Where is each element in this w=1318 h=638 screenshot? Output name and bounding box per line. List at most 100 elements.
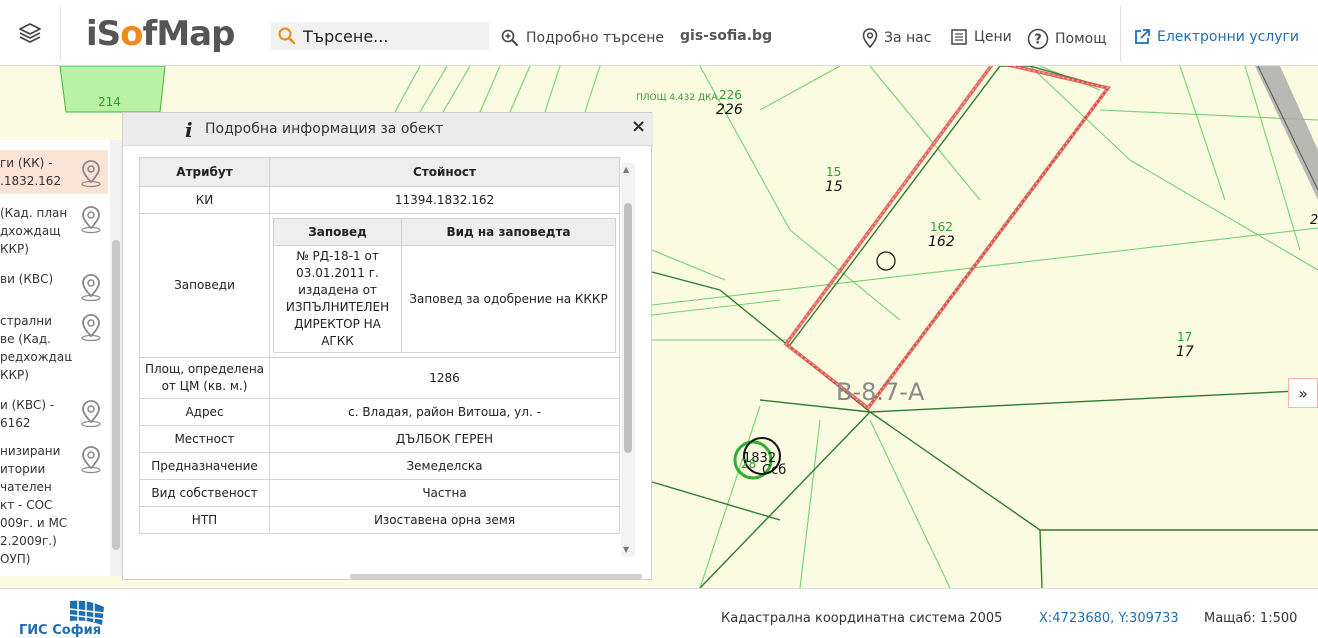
list-item-label: низирани итории чателен кт - СОС 009г. и… (0, 444, 68, 566)
list-item-kvs[interactable]: ви (КВС) (0, 268, 108, 302)
subcol-order-type: Вид на заповедта (401, 218, 616, 246)
panel-resize-handle[interactable] (350, 574, 642, 579)
map-label-226: 226 (716, 102, 743, 118)
locate-pin-icon[interactable] (78, 312, 104, 342)
map-pin-icon (862, 28, 878, 48)
svg-text:?: ? (1034, 33, 1042, 48)
table-scrollbar[interactable]: ▲ ▼ (621, 163, 635, 557)
list-item-label: ви (КВС) (0, 272, 54, 286)
object-list-panel: ги (КК) - .1832.162 (Кад. план дхождащ К… (0, 140, 123, 576)
status-footer: ГИС София Кадастрална координатна систем… (0, 588, 1318, 638)
logo-i: i (86, 14, 98, 54)
locate-pin-icon[interactable] (78, 204, 104, 234)
table-row: Предназначение Земеделска (139, 452, 620, 480)
attribute-table: Атрибут Стойност КИ 11394.1832.162 Запов… (139, 157, 620, 534)
attr-value: Земеделска (269, 452, 620, 480)
map-label-162: 162 (928, 234, 955, 250)
search-box[interactable] (271, 22, 489, 50)
locate-pin-icon[interactable] (78, 272, 104, 302)
list-scrollbar-thumb[interactable] (112, 240, 120, 550)
locate-pin-icon[interactable] (78, 398, 104, 428)
column-header-value: Стойност (269, 157, 620, 187)
panel-header: i Подробна информация за обект × (123, 113, 653, 146)
external-link-icon (1135, 29, 1150, 44)
logo-map: Map (156, 14, 235, 54)
attr-label: Вид собственост (139, 479, 270, 507)
map-label-214: 214 (98, 95, 121, 109)
list-item-label: (Кад. план дхождащ ККР) (0, 206, 68, 256)
map-label-zone: В-8.7-А (836, 378, 925, 406)
coordinate-system: Кадастрална координатна система 2005 (721, 611, 1003, 626)
prices-label: Цени (974, 29, 1012, 45)
map-label-15: 15 (825, 179, 843, 195)
info-icon: i (185, 118, 193, 142)
list-item-territories[interactable]: низирани итории чателен кт - СОС 009г. и… (0, 442, 108, 572)
scroll-down-icon[interactable]: ▼ (623, 545, 629, 554)
attr-label: Адрес (139, 398, 270, 426)
list-item-label: ги (КК) - .1832.162 (0, 156, 62, 188)
list-item-kvs-6162[interactable]: и (КВС) - 6162 (0, 396, 108, 436)
map-label-28: 28 (741, 457, 756, 471)
search-input[interactable] (303, 26, 483, 46)
list-item-cadastre[interactable]: ги (КК) - .1832.162 (0, 150, 108, 194)
layers-button[interactable] (0, 6, 61, 60)
attribute-table-container: Атрибут Стойност КИ 11394.1832.162 Запов… (139, 157, 635, 557)
help-icon: ? (1027, 28, 1049, 50)
about-link[interactable]: За нас (862, 28, 931, 48)
map-label-2: 2 (1310, 213, 1318, 228)
map-label-area: ПЛОЩ 4.432 ДКА. (636, 93, 720, 103)
search-icon (278, 27, 296, 45)
about-label: За нас (884, 30, 932, 46)
attr-label: Предназначение (139, 452, 270, 480)
prices-link[interactable]: Цени (950, 28, 1012, 46)
double-chevron-right-icon: » (1298, 383, 1308, 403)
header-divider (1120, 6, 1121, 62)
attr-value: 11394.1832.162 (269, 186, 620, 214)
list-item-label: стрални ве (Кад. редхождащ ККР) (0, 314, 72, 382)
map-label-17: 17 (1176, 344, 1194, 360)
top-header: iSofMap Подробно търсене gis-sofia.bg За… (0, 0, 1318, 66)
attr-label: НТП (139, 506, 270, 534)
panel-title: Подробна информация за обект (205, 121, 444, 137)
map-label-17-green: 17 (1177, 330, 1192, 344)
eservices-link[interactable]: Електронни услуги (1133, 28, 1299, 46)
logo-f: f (142, 14, 158, 54)
list-item-label: и (КВС) - 6162 (0, 398, 55, 430)
list-scrollbar[interactable] (110, 140, 122, 576)
table-scrollbar-thumb[interactable] (624, 203, 632, 453)
orders-subtable: Заповед Вид на заповедта № РД-18-1 от 03… (273, 218, 616, 353)
table-row: НТП Изоставена орна земя (139, 506, 620, 534)
table-row: Адрес с. Владая, район Витоша, ул. - (139, 398, 620, 426)
gis-sofia-link[interactable]: gis-sofia.bg (680, 28, 772, 44)
attr-value: Частна (269, 479, 620, 507)
attr-label: Заповеди (139, 213, 270, 358)
logo-o: o (120, 14, 143, 54)
gis-sofia-logo-text: ГИС София (19, 623, 102, 638)
map-label-226-green: 226 (719, 88, 742, 102)
table-row: КИ 11394.1832.162 (139, 186, 620, 214)
locate-pin-icon[interactable] (78, 444, 104, 474)
map-scale: Мащаб: 1:500 (1204, 611, 1298, 626)
advanced-search-link[interactable]: Подробно търсене (500, 28, 664, 48)
cursor-coordinates: X:4723680, Y:309733 (1039, 611, 1179, 626)
list-item-cadastral-sheets[interactable]: стрални ве (Кад. редхождащ ККР) (0, 312, 108, 388)
zoom-search-icon (501, 29, 518, 46)
close-icon[interactable]: × (631, 116, 646, 137)
price-list-icon (951, 29, 967, 45)
table-row: Площ, определена от ЦМ (кв. м.) 1286 (139, 357, 620, 399)
locate-pin-icon[interactable] (78, 158, 104, 188)
attr-label: КИ (139, 186, 270, 214)
layers-icon (19, 23, 41, 43)
table-row: Местност ДЪЛБОК ГЕРЕН (139, 425, 620, 453)
attr-value: Изоставена орна земя (269, 506, 620, 534)
expand-panel-button[interactable]: » (1288, 378, 1318, 408)
attr-label: Площ, определена от ЦМ (кв. м.) (139, 357, 270, 399)
attr-value: ДЪЛБОК ГЕРЕН (269, 425, 620, 453)
object-info-panel: i Подробна информация за обект × Атрибут… (122, 112, 653, 580)
map-label-15-green: 15 (826, 165, 841, 179)
help-link[interactable]: ? Помощ (1027, 28, 1106, 50)
order-number: № РД-18-1 от 03.01.2011 г. издадена от И… (273, 245, 402, 353)
isofmap-logo[interactable]: iSofMap (86, 12, 235, 56)
scroll-up-icon[interactable]: ▲ (623, 165, 629, 174)
list-item-cad-plan[interactable]: (Кад. план дхождащ ККР) (0, 202, 108, 260)
